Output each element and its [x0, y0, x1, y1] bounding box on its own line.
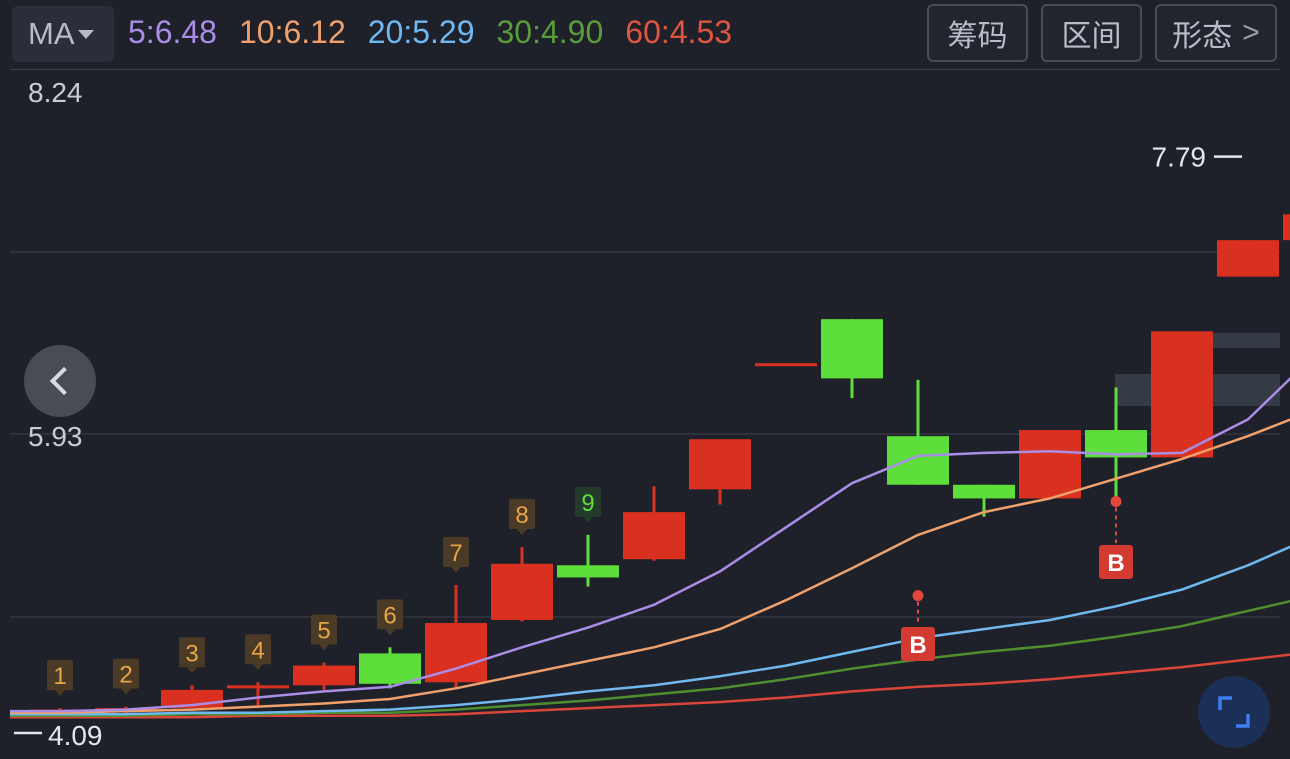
candle-body: [821, 319, 883, 379]
candle-body: [557, 565, 619, 578]
sequence-tag-pointer: [385, 629, 395, 636]
sequence-tag-label: 2: [119, 662, 132, 689]
sequence-tag-pointer: [583, 516, 593, 523]
y-label-top: 8.24: [28, 77, 83, 108]
scroll-left-button[interactable]: [24, 345, 96, 417]
sequence-tag-label: 1: [53, 663, 66, 690]
sequence-tag-pointer: [451, 567, 461, 574]
candle-body: [1283, 214, 1290, 241]
y-label-mid: 5.93: [28, 421, 83, 452]
sequence-tag-label: 4: [251, 637, 264, 664]
sequence-tag-pointer: [517, 529, 527, 536]
sequence-tag-pointer: [319, 644, 329, 651]
high-marker-label: 7.79: [1152, 142, 1207, 173]
sequence-tag-label: 7: [449, 540, 462, 567]
candlestick-chart[interactable]: 123456789 BBB 8.24 5.93 7.79 4.09: [0, 0, 1290, 759]
chevron-left-icon: [49, 366, 79, 396]
ma20-line: [10, 545, 1290, 716]
sequence-tag-pointer: [55, 690, 65, 697]
candles: [29, 214, 1290, 718]
sequence-tag-label: 5: [317, 618, 330, 645]
sequence-tag-label: 3: [185, 640, 198, 667]
candle-body: [953, 484, 1015, 499]
sequence-tag-pointer: [253, 664, 263, 671]
candle-body: [227, 685, 289, 689]
candle-body: [1151, 331, 1213, 458]
fullscreen-icon: [1218, 696, 1250, 728]
sequence-tag-label: 8: [515, 502, 528, 529]
buy-marker-2-dot: [1110, 495, 1122, 507]
candle-body: [1019, 430, 1081, 499]
candle-body: [887, 436, 949, 485]
candle-body: [755, 363, 817, 367]
candle-body: [1217, 240, 1279, 277]
sequence-tag-label: 9: [581, 490, 594, 517]
low-marker-label: 4.09: [48, 720, 103, 751]
candle-body: [359, 653, 421, 684]
sequence-tag-pointer: [187, 667, 197, 674]
sequence-tag-label: 6: [383, 602, 396, 629]
buy-marker-1-dot: [912, 590, 924, 602]
fullscreen-button[interactable]: [1198, 676, 1270, 748]
candle-body: [491, 563, 553, 620]
candle-body: [689, 439, 751, 490]
buy-marker-2-label: B: [1107, 550, 1124, 577]
candle-body: [293, 665, 355, 686]
candle-body: [623, 512, 685, 560]
buy-marker-1-label: B: [909, 632, 926, 659]
sequence-tag-pointer: [121, 688, 131, 695]
